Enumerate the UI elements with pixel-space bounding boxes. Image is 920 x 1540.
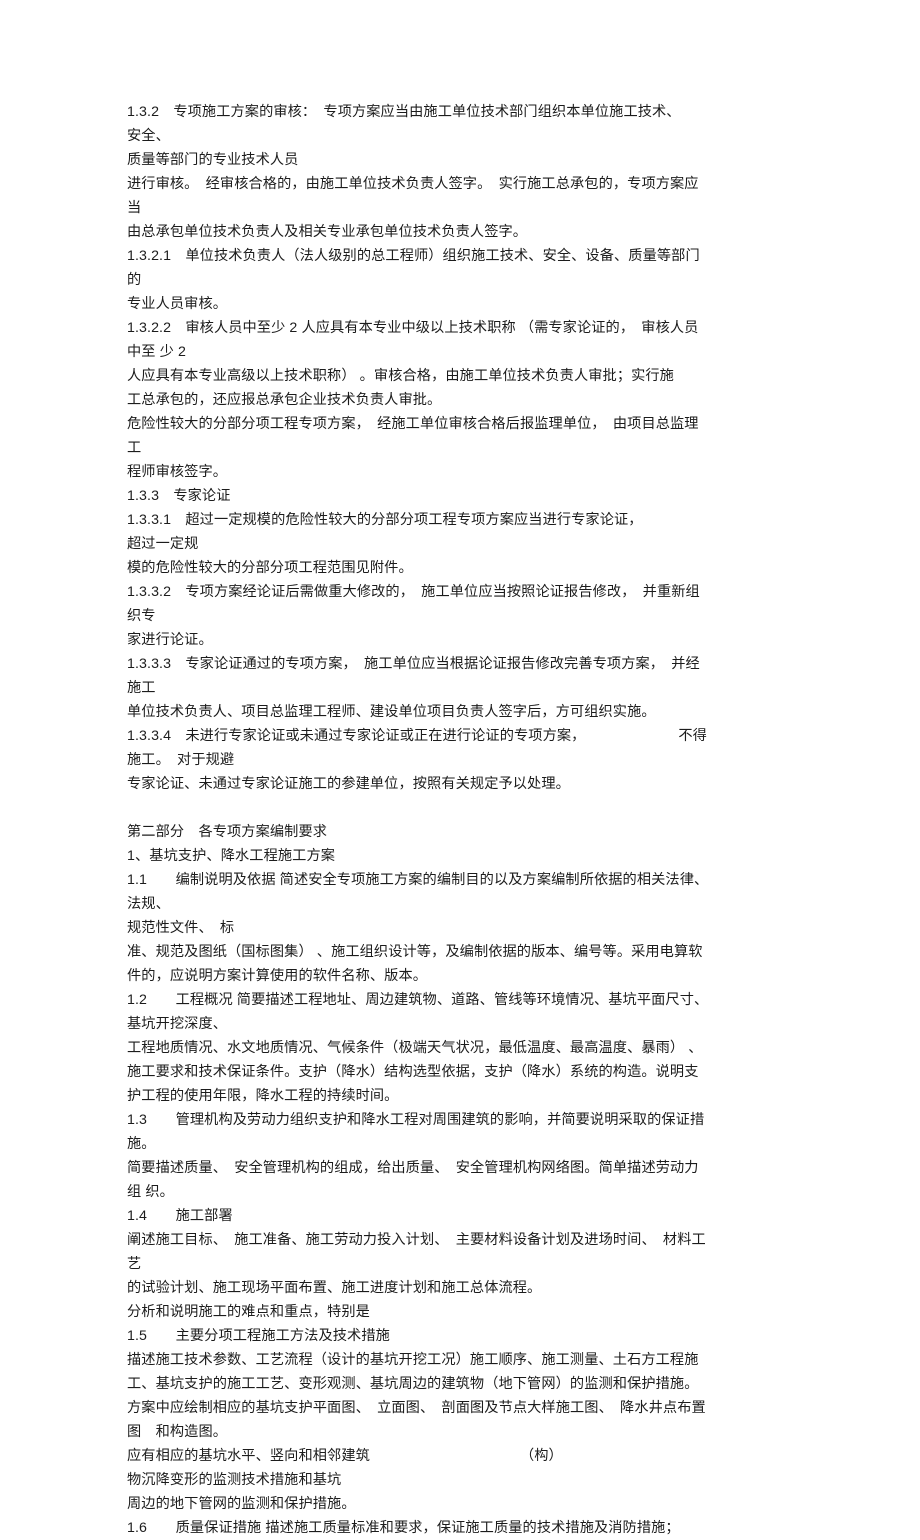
paragraph-1-3-3-2: 1.3.3.2 专项方案经论证后需做重大修改的， 施工单位应当按照论证报告修改，… — [127, 584, 700, 648]
paragraph-1-4-body-2: 分析和说明施工的难点和重点，特别是 — [127, 1304, 370, 1320]
document-page: 1.3.2 专项施工方案的审核： 专项方案应当由施工单位技术部门组织本单位施工技… — [0, 0, 920, 1536]
paragraph-1-3: 1.3 管理机构及劳动力组织支护和降水工程对周围建筑的影响，并简要说明采取的保证… — [127, 1112, 705, 1200]
paragraph-1-1-continued: 准、规范及图纸（国标图集） 、施工组织设计等，及编制依据的版本、编号等。采用电算… — [127, 944, 703, 984]
paragraph-1-2: 1.2 工程概况 简要描述工程地址、周边建筑物、道路、管线等环境情况、基坑平面尺… — [127, 992, 709, 1104]
paragraph-hazardous-subproject: 危险性较大的分部分项工程专项方案， 经施工单位审核合格后报监理单位， 由项目总监… — [127, 416, 699, 480]
paragraph-1-5-drawings: 方案中应绘制相应的基坑支护平面图、 立面图、 剖面图及节点大样施工图、 降水井点… — [127, 1400, 706, 1440]
paragraph-1-3-2: 1.3.2 专项施工方案的审核： 专项方案应当由施工单位技术部门组织本单位施工技… — [127, 104, 674, 168]
paragraph-1-1: 1.1 编制说明及依据 简述安全专项施工方案的编制目的以及方案编制所依据的相关法… — [127, 872, 702, 936]
paragraph-1-3-3-3: 1.3.3.3 专家论证通过的专项方案， 施工单位应当根据论证报告修改完善专项方… — [127, 656, 700, 720]
heading-section-1: 1、基坑支护、降水工程施工方案 — [127, 848, 336, 864]
paragraph-1-3-2-continued-2: 由总承包单位技术负责人及相关专业承包单位技术负责人签字。 — [127, 224, 528, 240]
paragraph-1-5-monitoring: 应有相应的基坑水平、竖向和相邻建筑 （构） 物沉降变形的监测技术措施和基坑 周边… — [127, 1448, 556, 1512]
paragraph-1-6: 1.6 质量保证措施 描述施工质量标准和要求，保证施工质量的技术措施及消防措施； — [127, 1520, 680, 1536]
paragraph-1-3-3-1: 1.3.3.1 超过一定规模的危险性较大的分部分项工程专项方案应当进行专家论证，… — [127, 512, 636, 576]
heading-1-5: 1.5 主要分项工程施工方法及技术措施 — [127, 1328, 390, 1344]
paragraph-1-3-2-continued-1: 进行审核。 经审核合格的，由施工单位技术负责人签字。 实行施工总承包的，专项方案… — [127, 176, 699, 216]
paragraph-1-3-2-2: 1.3.2.2 审核人员中至少 2 人应具有本专业中级以上技术职称 （需专家论证… — [127, 320, 699, 408]
blank-line-spacer — [127, 796, 710, 820]
heading-1-4: 1.4 施工部署 — [127, 1208, 233, 1224]
document-text-body: 1.3.2 专项施工方案的审核： 专项方案应当由施工单位技术部门组织本单位施工技… — [127, 100, 710, 1540]
heading-part-two: 第二部分 各专项方案编制要求 — [127, 824, 328, 840]
paragraph-1-5-body: 描述施工技术参数、工艺流程（设计的基坑开挖工况）施工顺序、施工测量、土石方工程施… — [127, 1352, 699, 1392]
paragraph-1-3-3-4: 1.3.3.4 未进行专家论证或未通过专家论证或正在进行论证的专项方案， 不得施… — [127, 728, 707, 792]
heading-1-3-3: 1.3.3 专家论证 — [127, 488, 231, 504]
paragraph-1-4-body: 阐述施工目标、 施工准备、施工劳动力投入计划、 主要材料设备计划及进场时间、 材… — [127, 1232, 706, 1296]
paragraph-1-3-2-1: 1.3.2.1 单位技术负责人（法人级别的总工程师）组织施工技术、安全、设备、质… — [127, 248, 700, 312]
